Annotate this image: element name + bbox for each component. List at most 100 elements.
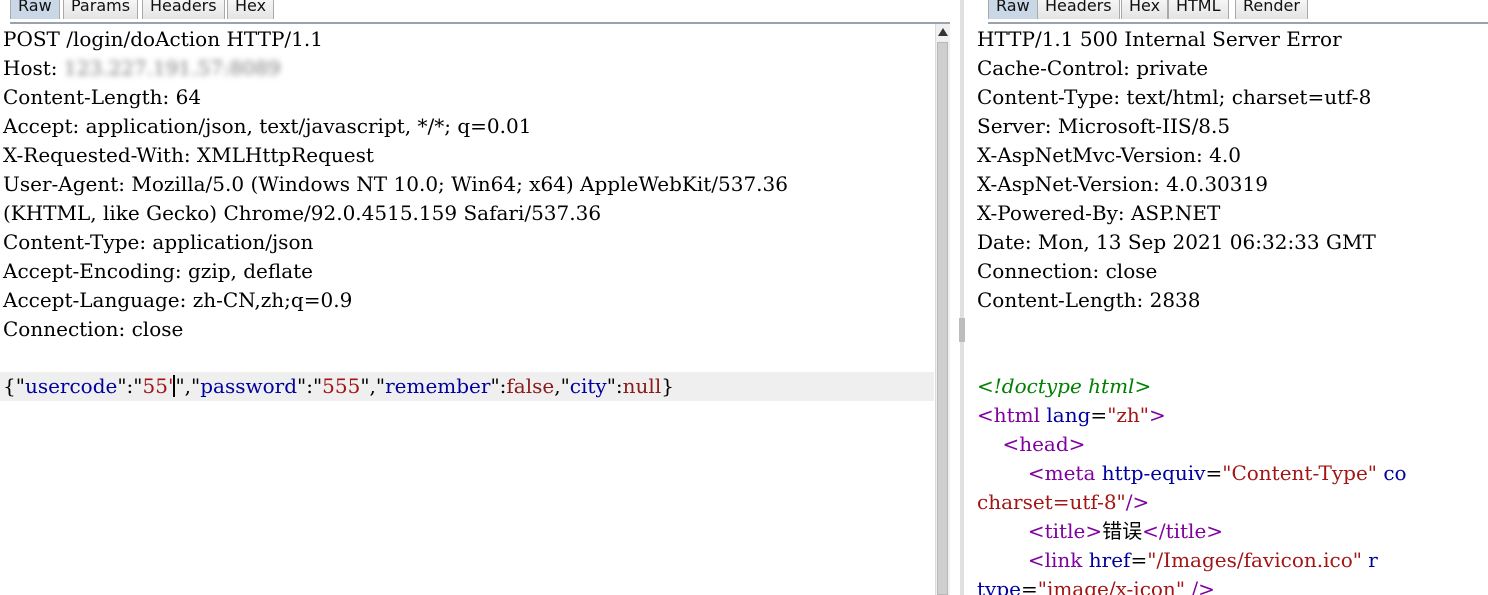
response-header-line: Date: Mon, 13 Sep 2021 06:32:33 GMT — [977, 230, 1376, 254]
request-scrollbar[interactable] — [935, 24, 950, 595]
html-attr: http-equiv — [1095, 461, 1206, 485]
tab-hex[interactable]: Hex — [1121, 0, 1169, 19]
html-tag: <meta — [1027, 461, 1096, 485]
response-header-line: X-AspNetMvc-Version: 4.0 — [977, 143, 1241, 167]
tab-raw[interactable]: Raw — [988, 0, 1038, 19]
request-header-line: Connection: close — [3, 317, 184, 341]
json-punctuation: ":" — [117, 374, 143, 398]
request-header-line: Content-Type: application/json — [3, 230, 314, 254]
html-tag: /> — [1125, 490, 1150, 514]
splitter-bar[interactable] — [960, 0, 964, 595]
html-attr-value: "Content-Type" — [1222, 461, 1377, 485]
html-link-line: <link href="/Images/favicon.ico" r — [977, 546, 1378, 575]
json-key: usercode — [24, 374, 118, 398]
request-tab-bar: Raw Params Headers Hex — [10, 0, 950, 24]
request-header-line: Accept-Language: zh-CN,zh;q=0.9 — [3, 288, 353, 312]
html-title-line: <title>错误</title> — [977, 517, 1223, 546]
json-literal: null — [622, 374, 662, 398]
response-pane: Raw Headers Hex HTML Render HTTP/1.1 500… — [974, 0, 1488, 595]
host-header: Host: 123.227.191.57:8089 — [3, 54, 281, 83]
html-equals: = — [1205, 461, 1223, 485]
json-key: password — [200, 374, 297, 398]
request-line: POST /login/doAction HTTP/1.1 — [3, 27, 323, 51]
html-attr: lang — [1040, 403, 1091, 427]
tab-headers[interactable]: Headers — [1037, 0, 1120, 19]
json-punctuation: ," — [554, 374, 570, 398]
html-attr: href — [1082, 548, 1131, 572]
request-header-line: Content-Length: 64 — [3, 85, 202, 109]
html-attr-value: "/Images/favicon.ico" — [1147, 548, 1362, 572]
json-punctuation: ":" — [297, 374, 323, 398]
host-label: Host: — [3, 56, 64, 80]
pane-splitter[interactable] — [951, 0, 973, 595]
request-body[interactable]: {"usercode":"55' ","password":"555","reme… — [3, 372, 674, 401]
html-equals: = — [1130, 548, 1148, 572]
html-doctype-line: <!doctype html> — [977, 372, 1151, 401]
html-attr-value: charset=utf-8" — [977, 490, 1126, 514]
splitter-grip-icon[interactable] — [959, 318, 965, 342]
response-header-line: Cache-Control: private — [977, 56, 1209, 80]
json-string: 555 — [322, 374, 361, 398]
json-punctuation: ": — [606, 374, 623, 398]
html-tag: <title> — [1027, 519, 1103, 543]
html-open-line: <html lang="zh"> — [977, 401, 1166, 430]
html-tag: <html — [977, 403, 1041, 427]
scroll-up-arrow-icon[interactable] — [938, 28, 948, 36]
response-header-line: Server: Microsoft-IIS/8.5 — [977, 114, 1231, 138]
json-key: city — [569, 374, 607, 398]
request-header-line: (KHTML, like Gecko) Chrome/92.0.4515.159… — [3, 201, 602, 225]
html-tag: /> — [1185, 577, 1215, 595]
html-link-cont-line: type="image/x-icon" /> — [977, 575, 1215, 595]
html-attr: r — [1361, 548, 1378, 572]
html-tag: </title> — [1142, 519, 1224, 543]
response-editor[interactable]: HTTP/1.1 500 Internal Server Error Cache… — [974, 24, 1488, 595]
html-tag: > — [1149, 403, 1166, 427]
html-doctype: <!doctype html> — [977, 374, 1152, 398]
response-header-line: X-AspNet-Version: 4.0.30319 — [977, 172, 1268, 196]
request-header-line: X-Requested-With: XMLHttpRequest — [3, 143, 374, 167]
json-punctuation: "," — [360, 374, 386, 398]
tab-html[interactable]: HTML — [1168, 0, 1229, 19]
tab-hex[interactable]: Hex — [227, 0, 275, 19]
html-title-text: 错误 — [1102, 519, 1143, 543]
json-punctuation: "," — [175, 374, 201, 398]
html-attr-value: "zh" — [1107, 403, 1150, 427]
response-header-line: X-Powered-By: ASP.NET — [977, 201, 1221, 225]
request-editor[interactable]: POST /login/doAction HTTP/1.1 Host: 123.… — [0, 24, 950, 595]
json-punctuation: ": — [490, 374, 507, 398]
response-header-line: Content-Length: 2838 — [977, 288, 1201, 312]
html-equals: = — [1020, 577, 1038, 595]
request-header-line: Accept: application/json, text/javascrip… — [3, 114, 532, 138]
tab-params[interactable]: Params — [63, 0, 139, 19]
scroll-thumb[interactable] — [937, 42, 948, 595]
tab-headers[interactable]: Headers — [142, 0, 225, 19]
host-value-redacted: 123.227.191.57:8089 — [63, 56, 281, 80]
request-header-line: User-Agent: Mozilla/5.0 (Windows NT 10.0… — [3, 172, 788, 196]
html-tag: <link — [1027, 548, 1083, 572]
json-punctuation: } — [661, 374, 674, 398]
request-header-line: Accept-Encoding: gzip, deflate — [3, 259, 314, 283]
html-tag: <head> — [1002, 432, 1086, 456]
html-attr-value: "image/x-icon" — [1037, 577, 1186, 595]
json-punctuation: {" — [3, 374, 25, 398]
request-pane: Raw Params Headers Hex POST /login/doAct… — [0, 0, 950, 595]
html-head-line: <head> — [977, 430, 1085, 459]
json-string: 55' — [142, 374, 174, 398]
tab-raw[interactable]: Raw — [10, 0, 60, 19]
tab-render[interactable]: Render — [1235, 0, 1308, 19]
response-tab-bar: Raw Headers Hex HTML Render — [988, 0, 1488, 24]
html-meta-line: <meta http-equiv="Content-Type" co — [977, 459, 1407, 488]
html-attr: co — [1377, 461, 1407, 485]
html-meta-cont-line: charset=utf-8"/> — [977, 488, 1149, 517]
response-status-line: HTTP/1.1 500 Internal Server Error — [977, 27, 1342, 51]
html-equals: = — [1090, 403, 1108, 427]
html-attr: type — [977, 577, 1021, 595]
response-header-line: Content-Type: text/html; charset=utf-8 — [977, 85, 1372, 109]
json-key: remember — [385, 374, 491, 398]
json-literal: false — [506, 374, 555, 398]
response-header-line: Connection: close — [977, 259, 1158, 283]
